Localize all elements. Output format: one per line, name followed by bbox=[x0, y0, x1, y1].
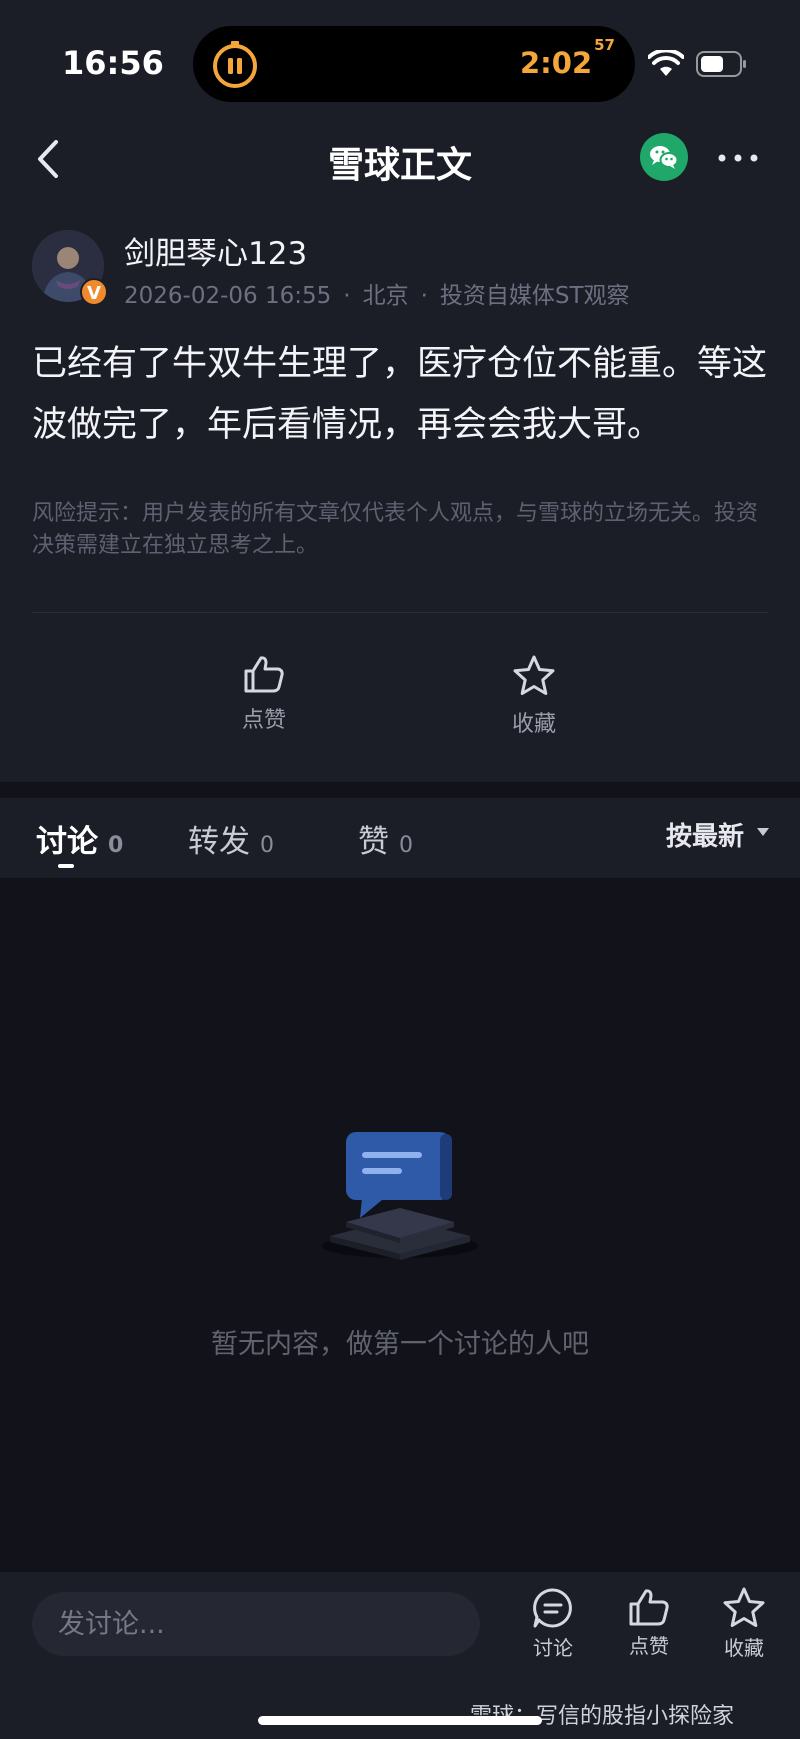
bottom-like-label: 点赞 bbox=[629, 1634, 669, 1658]
more-dots-button[interactable] bbox=[716, 144, 760, 172]
favorite-label: 收藏 bbox=[511, 712, 556, 737]
bottom-like-button[interactable]: 点赞 bbox=[609, 1586, 689, 1659]
divider bbox=[32, 612, 768, 613]
favorite-button[interactable]: 收藏 bbox=[474, 654, 594, 738]
meta-separator: · bbox=[420, 283, 428, 309]
active-tab-indicator bbox=[58, 864, 74, 868]
post-location: 北京 bbox=[362, 283, 409, 309]
discuss-label: 讨论 bbox=[533, 1636, 573, 1660]
wechat-share-button[interactable] bbox=[640, 133, 688, 181]
wifi-icon bbox=[648, 50, 684, 76]
tab-discussion[interactable]: 讨论 0 bbox=[36, 816, 123, 861]
post-category: 投资自媒体ST观察 bbox=[439, 283, 630, 309]
like-label: 点赞 bbox=[241, 708, 286, 733]
wechat-icon bbox=[650, 146, 679, 169]
timer-pause-icon bbox=[213, 41, 257, 88]
nav-bar: 雪球正文 bbox=[0, 120, 800, 200]
watermark: 雪球：写信的股指小探险家 bbox=[470, 1704, 735, 1729]
timer-seconds: 57 bbox=[594, 36, 615, 55]
home-indicator[interactable] bbox=[258, 1716, 542, 1725]
dynamic-island[interactable]: 2:0257 bbox=[193, 26, 635, 102]
bottom-favorite-button[interactable]: 收藏 bbox=[704, 1586, 784, 1661]
verified-badge: V bbox=[80, 278, 108, 306]
post-meta: 2026-02-06 16:55 · 北京 · 投资自媒体ST观察 bbox=[124, 276, 630, 310]
thumbs-up-icon bbox=[629, 1589, 669, 1626]
post-body: 已经有了牛双牛生理了，医疗仓位不能重。等这波做完了，年后看情况，再会会我大哥。 bbox=[32, 344, 768, 445]
post-detail-page: 16:56 2:0257 雪球正文 V 剑胆琴心123 2026-02-06 1… bbox=[0, 0, 800, 1739]
author-name[interactable]: 剑胆琴心123 bbox=[124, 228, 307, 273]
empty-state-text: 暂无内容，做第一个讨论的人吧 bbox=[211, 1329, 589, 1360]
comment-input[interactable] bbox=[32, 1592, 480, 1656]
sort-dropdown[interactable]: 按最新 bbox=[666, 816, 744, 853]
risk-disclaimer: 风险提示：用户发表的所有文章仅代表个人观点，与雪球的立场无关。投资决策需建立在独… bbox=[32, 501, 759, 558]
like-button[interactable]: 点赞 bbox=[204, 654, 324, 734]
meta-separator: · bbox=[343, 283, 351, 309]
timer-main: 2:02 bbox=[519, 46, 593, 80]
battery-icon bbox=[696, 51, 746, 77]
timer-readout: 2:0257 bbox=[519, 36, 615, 80]
clock: 16:56 bbox=[62, 44, 164, 82]
empty-chat-illustration bbox=[322, 1132, 478, 1260]
thumbs-up-icon bbox=[244, 656, 284, 693]
star-icon bbox=[723, 1587, 765, 1627]
tab-count: 0 bbox=[108, 833, 124, 858]
bottom-bar: 讨论 点赞 收藏 雪球：写信的股指小探险家 bbox=[0, 1572, 800, 1739]
tab-count: 0 bbox=[260, 833, 274, 858]
comment-tabs: 讨论 0 转发 0 赞0 按最新 bbox=[0, 798, 800, 878]
post-date: 2026-02-06 16:55 bbox=[124, 283, 332, 309]
tab-repost[interactable]: 转发 0 bbox=[188, 816, 274, 861]
tab-likes[interactable]: 赞0 bbox=[358, 816, 413, 861]
post-card: V 剑胆琴心123 2026-02-06 16:55 · 北京 · 投资自媒体ST观察 … bbox=[0, 200, 800, 782]
tab-count: 0 bbox=[399, 833, 413, 858]
tab-label: 赞 bbox=[358, 824, 389, 860]
tab-label: 讨论 bbox=[36, 824, 98, 860]
tab-label: 转发 bbox=[188, 824, 250, 860]
caret-down-icon bbox=[757, 828, 769, 836]
status-bar: 16:56 2:0257 bbox=[0, 0, 800, 120]
star-icon bbox=[513, 655, 555, 695]
discuss-button[interactable]: 讨论 bbox=[513, 1586, 593, 1661]
comment-bubble-icon bbox=[533, 1588, 572, 1628]
bottom-favorite-label: 收藏 bbox=[724, 1636, 764, 1660]
